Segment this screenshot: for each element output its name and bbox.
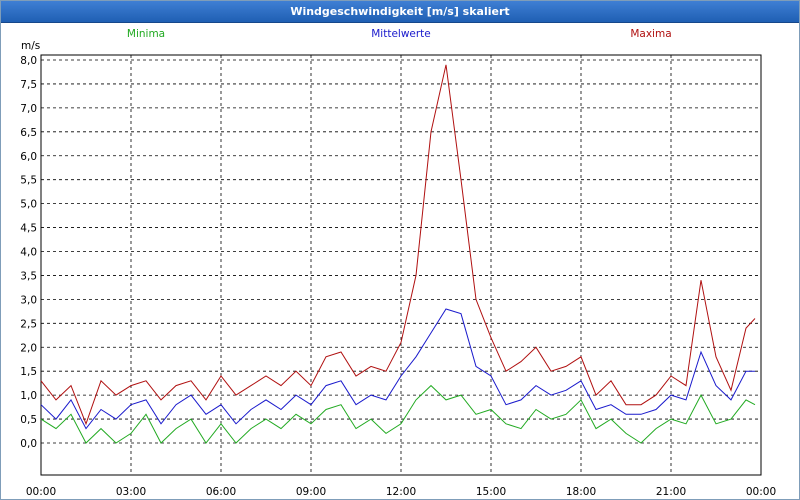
x-tick-time: 03:00 xyxy=(116,486,146,498)
y-tick-label: 1,5 xyxy=(20,366,37,378)
y-tick-label: 2,0 xyxy=(20,342,37,354)
x-tick-time: 09:00 xyxy=(296,486,326,498)
y-tick-label: 8,0 xyxy=(20,55,37,67)
chart-title: Windgeschwindigkeit [m/s] skaliert xyxy=(290,5,510,18)
wind-speed-chart: m/s Minima Mittelwerte Maxima 0,0 0,5 1,0 1… xyxy=(20,28,776,498)
series-mittelwerte-line xyxy=(40,308,755,430)
title-bar: Windgeschwindigkeit [m/s] skaliert xyxy=(1,1,799,23)
x-tick-time: 18:00 xyxy=(566,486,596,498)
y-tick-label: 6,0 xyxy=(20,151,37,163)
y-tick-label: 4,0 xyxy=(20,247,37,259)
legend-minima: Minima xyxy=(127,28,165,40)
y-tick-label: 7,5 xyxy=(20,79,37,91)
x-tick-time: 15:00 xyxy=(476,486,506,498)
x-tick-time: 00:00 xyxy=(746,486,776,498)
y-tick-label: 5,0 xyxy=(20,199,37,211)
y-tick-label: 4,5 xyxy=(20,223,37,235)
series-maxima-line xyxy=(40,64,756,426)
x-tick-time: 12:00 xyxy=(386,486,416,498)
y-tick-label: 0,5 xyxy=(20,414,37,426)
y-tick-label: 3,5 xyxy=(20,270,37,282)
x-tick-time: 00:00 xyxy=(26,486,56,498)
y-tick-label: 1,0 xyxy=(20,390,37,402)
chart-window: Windgeschwindigkeit [m/s] skaliert m/s M… xyxy=(0,0,800,500)
y-tick-label: 2,5 xyxy=(20,318,37,330)
series-minima-line xyxy=(40,384,756,444)
legend-maxima: Maxima xyxy=(630,28,671,40)
y-tick-label: 3,0 xyxy=(20,294,37,306)
y-tick-label: 6,5 xyxy=(20,127,37,139)
y-axis-unit: m/s xyxy=(21,40,40,52)
y-tick-label: 7,0 xyxy=(20,103,37,115)
y-tick-label: 5,5 xyxy=(20,175,37,187)
legend-mittelwerte: Mittelwerte xyxy=(371,28,431,40)
x-tick-time: 06:00 xyxy=(206,486,236,498)
y-tick-label: 0,0 xyxy=(20,438,37,450)
x-tick-time: 21:00 xyxy=(656,486,686,498)
